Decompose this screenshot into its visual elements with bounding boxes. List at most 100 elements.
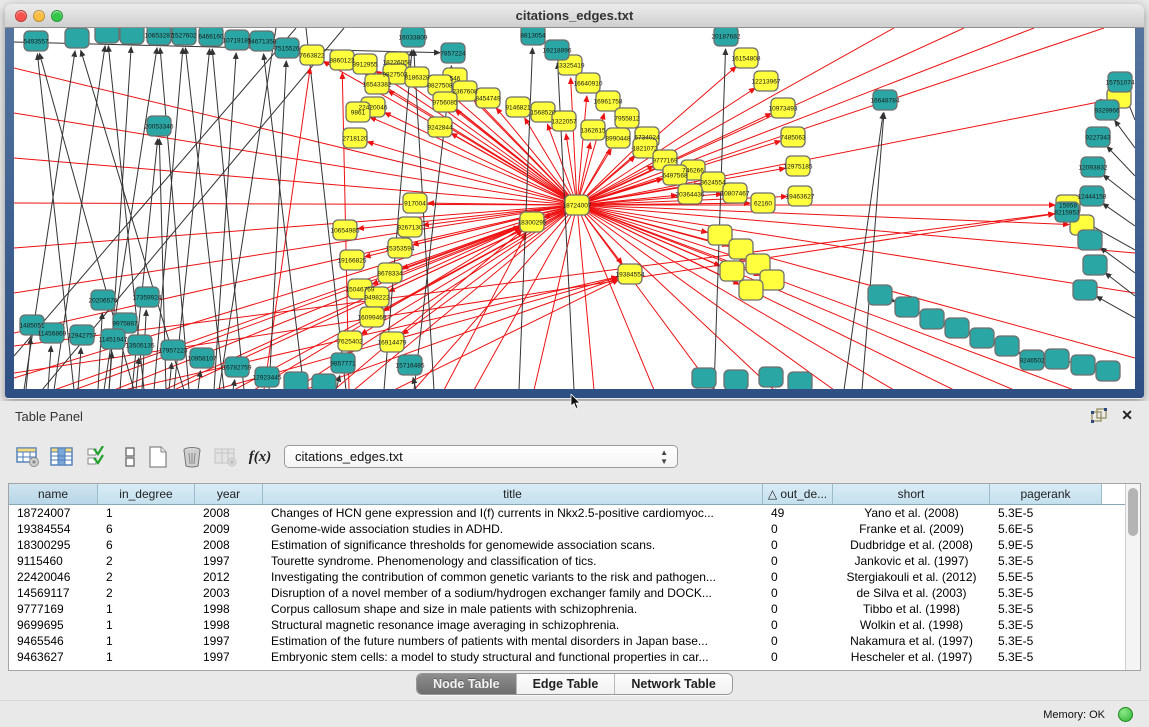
graph-node[interactable] — [920, 309, 944, 329]
float-panel-icon[interactable] — [1091, 408, 1107, 423]
graph-node[interactable] — [995, 336, 1019, 356]
column-header-out_de[interactable]: △ out_de... — [763, 484, 833, 504]
graph-node-label: 10958107 — [188, 355, 217, 362]
graph-node[interactable] — [1071, 355, 1095, 375]
column-header-title[interactable]: title — [263, 484, 763, 504]
graph-node-label: 9857771 — [330, 360, 356, 367]
graph-node[interactable] — [739, 280, 763, 300]
new-column-button[interactable] — [144, 443, 172, 471]
table-row[interactable]: 1456911722003Disruption of a novel membe… — [9, 585, 1140, 601]
cell-title: Genome-wide association studies in ADHD. — [263, 521, 763, 537]
table-row[interactable]: 1938455462009Genome-wide association stu… — [9, 521, 1140, 537]
close-panel-icon[interactable]: ✕ — [1121, 407, 1133, 424]
panel-title: Table Panel — [15, 409, 83, 424]
delete-button[interactable] — [178, 443, 206, 471]
graph-node-label: 6466160 — [198, 33, 224, 40]
table-row[interactable]: 946362711997Embryonic stem cells: a mode… — [9, 649, 1140, 665]
graph-node-label: 8912955 — [352, 61, 378, 68]
graph-node-label: 10807467 — [721, 190, 750, 197]
window-title: citations_edges.txt — [5, 8, 1144, 23]
cell-in_degree: 1 — [98, 633, 195, 649]
row-select-button[interactable] — [84, 443, 112, 471]
cell-year: 1998 — [195, 617, 263, 633]
cell-year: 2008 — [195, 537, 263, 553]
graph-node[interactable] — [1083, 255, 1107, 275]
graph-node-label: 12213967 — [752, 78, 781, 85]
cell-name: 19384554 — [9, 521, 98, 537]
table-select-combobox[interactable]: citations_edges.txt ▲▼ — [284, 445, 678, 468]
cell-short: de Silva et al. (2003) — [833, 585, 990, 601]
tab-edge-table[interactable]: Edge Table — [517, 674, 616, 694]
function-builder-button[interactable]: f(x) — [246, 443, 274, 471]
import-table-button[interactable] — [212, 443, 240, 471]
graph-node[interactable] — [724, 370, 748, 389]
column-header-pagerank[interactable]: pagerank — [990, 484, 1102, 504]
graph-node[interactable] — [895, 297, 919, 317]
graph-node-label: 12923445 — [253, 374, 282, 381]
graph-node[interactable] — [692, 368, 716, 388]
graph-node-label: 12444158 — [1078, 193, 1107, 200]
table-row[interactable]: 1830029562008Estimation of significance … — [9, 537, 1140, 553]
table-row[interactable]: 911546021997Tourette syndrome. Phenomeno… — [9, 553, 1140, 569]
cell-title: Investigating the contribution of common… — [263, 569, 763, 585]
graph-node-label: 9827508 — [427, 82, 453, 89]
tab-network-table[interactable]: Network Table — [615, 674, 732, 694]
graph-node-label: 546 — [450, 75, 461, 82]
column-header-year[interactable]: year — [195, 484, 263, 504]
column-header-in_degree[interactable]: in_degree — [98, 484, 195, 504]
graph-node[interactable] — [1096, 361, 1120, 381]
cell-short: Tibbo et al. (1998) — [833, 601, 990, 617]
table-row[interactable]: 969969511998Structural magnetic resonanc… — [9, 617, 1140, 633]
graph-node[interactable] — [95, 28, 119, 43]
tab-node-table[interactable]: Node Table — [417, 674, 516, 694]
table-mode-button[interactable] — [14, 443, 42, 471]
graph-node[interactable] — [708, 225, 732, 245]
black-edge — [844, 113, 883, 389]
table-row[interactable]: 1872400712008Changes of HCN gene express… — [9, 505, 1140, 521]
rows-button[interactable] — [116, 443, 144, 471]
column-header-short[interactable]: short — [833, 484, 990, 504]
mouse-cursor — [569, 394, 582, 410]
graph-node[interactable] — [970, 328, 994, 348]
graph-node[interactable] — [1078, 230, 1102, 250]
table-row[interactable]: 2242004622012Investigating the contribut… — [9, 569, 1140, 585]
graph-node[interactable] — [720, 261, 744, 281]
show-column-button[interactable] — [48, 443, 76, 471]
graph-node-label: 19166825 — [338, 257, 367, 264]
graph-node[interactable] — [1073, 280, 1097, 300]
graph-node-label: 20206576 — [89, 297, 118, 304]
cell-title: Estimation of the future numbers of pati… — [263, 633, 763, 649]
graph-node-label: 12975185 — [784, 163, 813, 170]
window-titlebar[interactable]: citations_edges.txt — [5, 4, 1144, 28]
black-edge — [1096, 296, 1135, 318]
table-row[interactable]: 946554611997Estimation of the future num… — [9, 633, 1140, 649]
graph-node[interactable] — [120, 28, 144, 44]
graph-node-label: 16543382 — [363, 81, 392, 88]
graph-node-label: 9329966 — [1094, 107, 1120, 114]
cell-name: 9777169 — [9, 601, 98, 617]
graph-node[interactable] — [759, 367, 783, 387]
column-header-name[interactable]: name — [9, 484, 98, 504]
red-edge — [14, 205, 577, 333]
network-canvas[interactable]: 1872400718300295193845547663822886012389… — [14, 28, 1135, 389]
graph-node[interactable] — [868, 285, 892, 305]
cell-out_de: 0 — [763, 569, 833, 585]
graph-node-label: 9242844 — [427, 124, 453, 131]
red-edge — [14, 158, 577, 205]
graph-node[interactable] — [788, 372, 812, 389]
table-tabs: Node Table Edge Table Network Table — [0, 673, 1149, 695]
table-row[interactable]: 977716911998Corpus callosum shape and si… — [9, 601, 1140, 617]
graph-node[interactable] — [1045, 349, 1069, 369]
graph-node[interactable] — [945, 318, 969, 338]
graph-node[interactable] — [312, 374, 336, 389]
scrollbar-thumb[interactable] — [1128, 488, 1138, 536]
graph-node[interactable] — [284, 372, 308, 389]
graph-node[interactable] — [65, 28, 89, 48]
red-edge — [577, 205, 1135, 293]
graph-node-label: 16961758 — [594, 98, 623, 105]
status-bar: Memory: OK — [0, 700, 1149, 727]
vertical-scrollbar[interactable] — [1125, 484, 1140, 670]
network-window: citations_edges.txt 18724007183002951938… — [5, 4, 1144, 399]
combobox-value: citations_edges.txt — [295, 449, 403, 464]
graph-node-label: 8860123 — [329, 57, 355, 64]
